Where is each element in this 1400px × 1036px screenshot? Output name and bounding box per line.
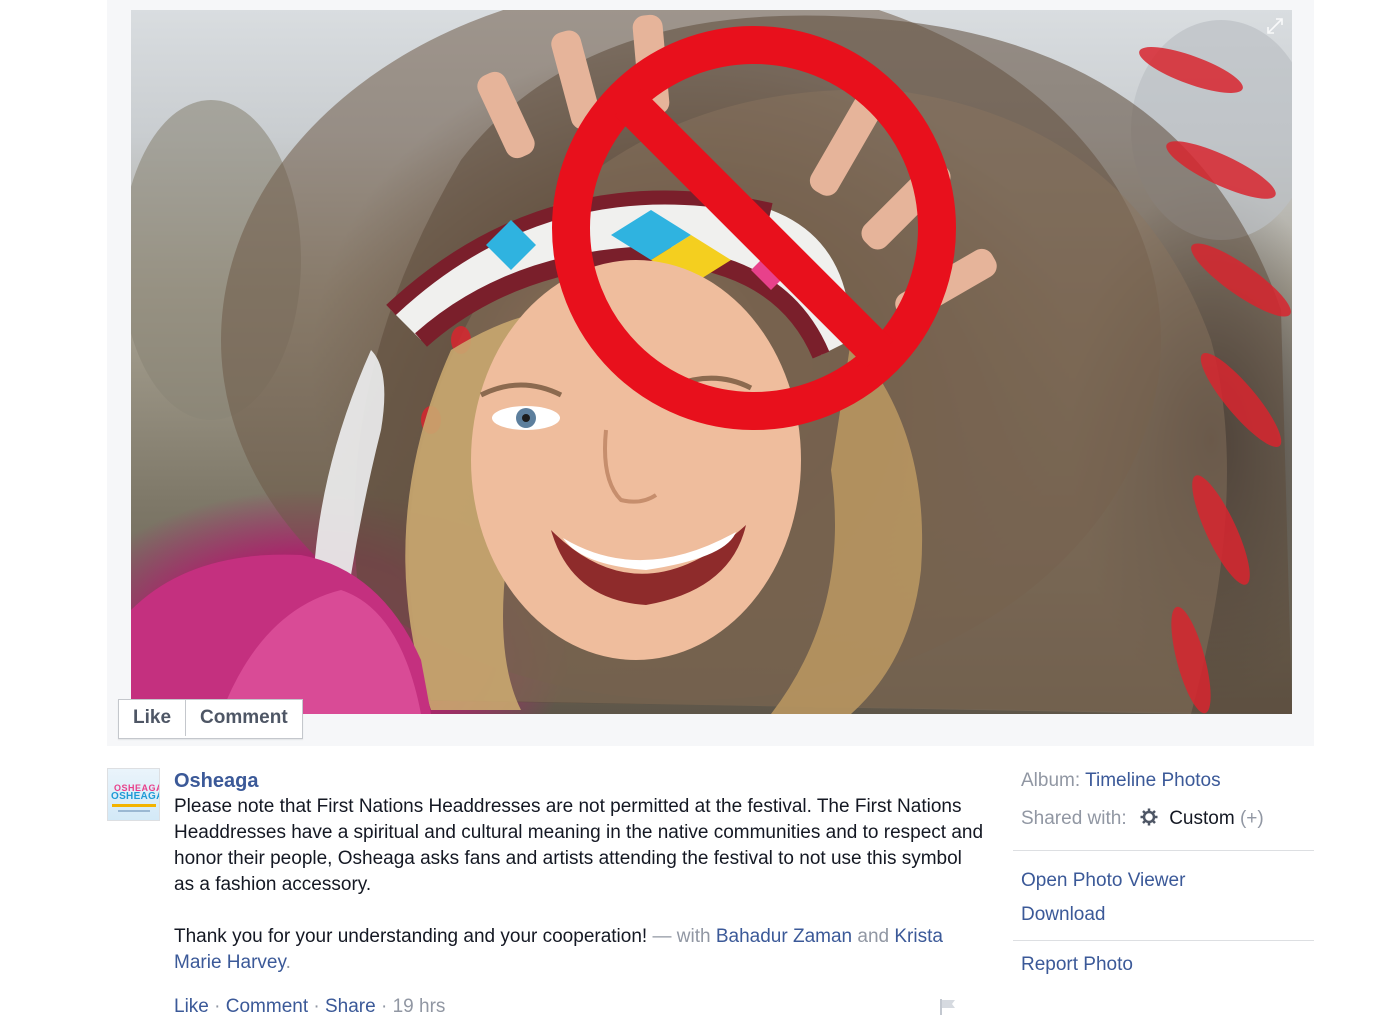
report-row: Report Photo [1021, 951, 1133, 979]
photo-stage [107, 0, 1314, 746]
with-prefix: — with [652, 926, 711, 947]
tagged-person-1[interactable]: Bahadur Zaman [716, 926, 852, 947]
download-row: Download [1021, 901, 1106, 929]
page-avatar[interactable]: OSHEAGA OSHEAGA [107, 768, 160, 821]
post-footer: Like · Comment · Share · 19 hrs [174, 994, 445, 1020]
flag-icon[interactable] [937, 997, 959, 1017]
privacy-extra[interactable]: (+) [1240, 808, 1264, 829]
footer-separator: · [380, 996, 388, 1017]
post-timestamp[interactable]: 19 hrs [393, 996, 446, 1017]
sidebar-divider [1013, 940, 1314, 941]
gear-icon[interactable] [1140, 807, 1158, 826]
shared-with-label: Shared with: [1021, 808, 1127, 829]
album-link[interactable]: Timeline Photos [1085, 770, 1221, 791]
post-like-link[interactable]: Like [174, 996, 209, 1017]
download-link[interactable]: Download [1021, 904, 1106, 925]
tagged-period: . [285, 952, 291, 973]
shared-with-row: Shared with: Custom (+) [1021, 805, 1264, 833]
footer-separator: · [313, 996, 320, 1017]
expand-arrows-icon[interactable] [1264, 16, 1286, 38]
post-share-link[interactable]: Share [325, 996, 376, 1017]
open-photo-viewer-link[interactable]: Open Photo Viewer [1021, 870, 1185, 891]
footer-separator: · [214, 996, 221, 1017]
avatar-logo-strip [112, 804, 156, 807]
post-text: Please note that First Nations Headdress… [174, 794, 984, 976]
open-viewer-row: Open Photo Viewer [1021, 867, 1185, 895]
post-body: Osheaga Please note that First Nations H… [174, 768, 984, 976]
post-paragraph-2-line: Thank you for your understanding and you… [174, 924, 984, 976]
photo-comment-button[interactable]: Comment [185, 700, 302, 736]
avatar-logo-strip-secondary [118, 810, 150, 812]
post-photo[interactable] [131, 10, 1292, 714]
sidebar-divider [1013, 850, 1314, 851]
album-label: Album: [1021, 770, 1081, 791]
photo-illustration [131, 10, 1292, 714]
photo-action-bar: Like Comment [118, 699, 303, 739]
photo-like-button[interactable]: Like [119, 700, 185, 736]
report-photo-link[interactable]: Report Photo [1021, 954, 1133, 975]
album-row: Album: Timeline Photos [1021, 767, 1221, 795]
post-author[interactable]: Osheaga [174, 768, 984, 794]
post-paragraph-1: Please note that First Nations Headdress… [174, 796, 984, 895]
post-comment-link[interactable]: Comment [226, 996, 308, 1017]
face [471, 260, 801, 660]
privacy-value[interactable]: Custom [1169, 808, 1234, 829]
post-paragraph-2: Thank you for your understanding and you… [174, 926, 648, 947]
tagged-and: and [857, 926, 890, 947]
avatar-logo-main: OSHEAGA [111, 791, 160, 802]
